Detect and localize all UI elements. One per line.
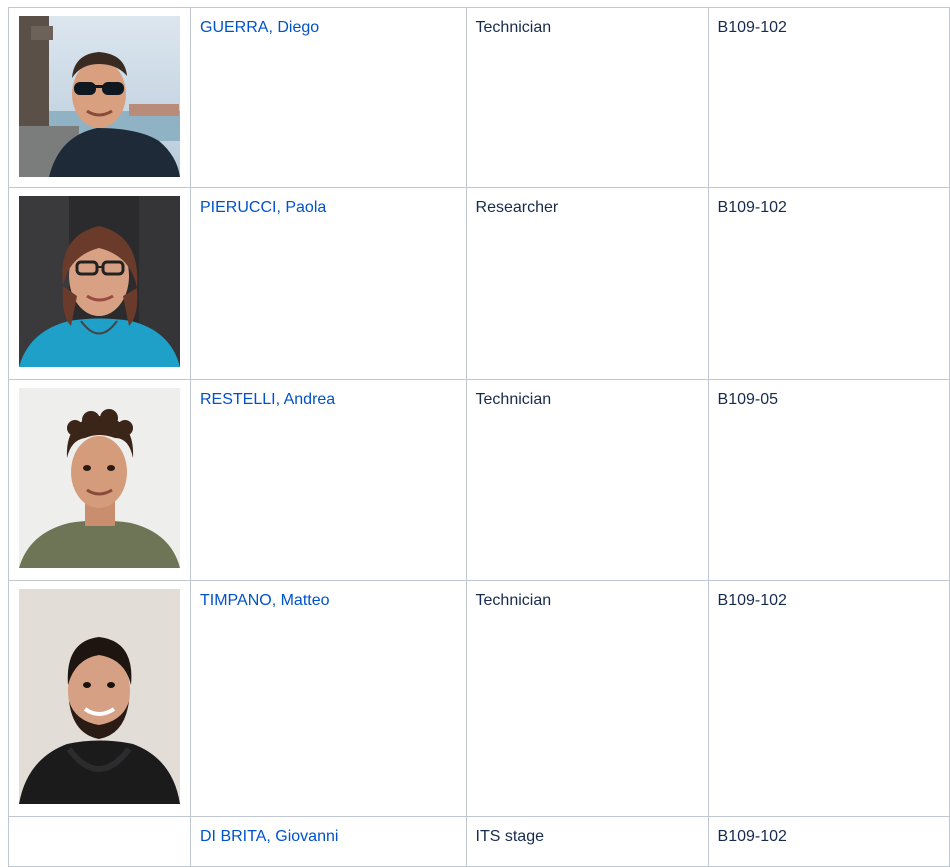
role-cell: ITS stage [465,816,709,867]
role-text: Technician [475,19,552,36]
name-cell: GUERRA, Diego [190,7,467,188]
table-row: RESTELLI, Andrea Technician B109-05 [8,379,950,581]
photo-cell [8,580,191,817]
role-cell: Technician [465,379,709,581]
role-text: Researcher [475,199,559,216]
name-cell: RESTELLI, Andrea [190,379,467,581]
name-cell: TIMPANO, Matteo [190,580,467,817]
room-text: B109-102 [717,592,787,609]
portrait-photo [19,16,180,177]
role-cell: Researcher [465,187,709,380]
table-row: TIMPANO, Matteo Technician B109-102 [8,580,950,817]
person-name-link[interactable]: DI BRITA, Giovanni [200,828,338,845]
room-cell: B109-102 [707,580,950,817]
photo-cell [8,187,191,380]
role-text: ITS stage [475,828,544,845]
table-row: GUERRA, Diego Technician B109-102 [8,7,950,188]
role-text: Technician [475,592,552,609]
staff-table: GUERRA, Diego Technician B109-102 PIERUC… [8,7,950,867]
room-text: B109-05 [717,391,779,408]
room-text: B109-102 [717,828,787,845]
room-cell: B109-05 [707,379,950,581]
room-text: B109-102 [717,19,787,36]
room-cell: B109-102 [707,187,950,380]
room-text: B109-102 [717,199,787,216]
name-cell: PIERUCCI, Paola [190,187,467,380]
portrait-photo [19,196,180,367]
portrait-photo [19,589,180,804]
room-cell: B109-102 [707,816,950,867]
table-row: PIERUCCI, Paola Researcher B109-102 [8,187,950,380]
role-cell: Technician [465,7,709,188]
role-cell: Technician [465,580,709,817]
person-name-link[interactable]: TIMPANO, Matteo [200,592,330,609]
name-cell: DI BRITA, Giovanni [190,816,467,867]
table-row: DI BRITA, Giovanni ITS stage B109-102 [8,816,950,867]
photo-cell [8,379,191,581]
person-name-link[interactable]: GUERRA, Diego [200,19,319,36]
room-cell: B109-102 [707,7,950,188]
photo-cell [8,7,191,188]
role-text: Technician [475,391,552,408]
portrait-photo [19,388,180,568]
person-name-link[interactable]: PIERUCCI, Paola [200,199,326,216]
person-name-link[interactable]: RESTELLI, Andrea [200,391,335,408]
photo-cell [8,816,191,867]
